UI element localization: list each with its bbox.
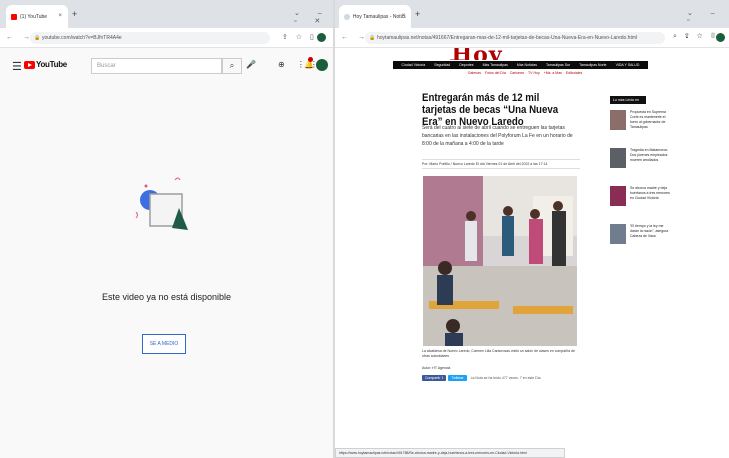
tab-youtube[interactable]: (1) YouTube × bbox=[6, 5, 68, 28]
article-headline: Entregarán más de 12 mil tarjetas de bec… bbox=[422, 92, 559, 128]
pink-dot-shape bbox=[144, 184, 148, 188]
search-button[interactable]: ⌕ bbox=[222, 58, 242, 74]
link-status-bar: https://www.hoytamaulipas.net/notas/4917… bbox=[335, 448, 565, 458]
profile-avatar[interactable] bbox=[716, 33, 725, 42]
close-tab-icon[interactable]: × bbox=[58, 13, 62, 19]
article-photo[interactable] bbox=[423, 176, 577, 346]
sidebar-item[interactable]: “El tiempo y la ley me darán la razón”, … bbox=[610, 220, 668, 256]
nav-item[interactable]: Tamaulipas Sur bbox=[546, 61, 570, 69]
site-subnav: Galerías Fotos del Día Cartones TV Hoy +… bbox=[425, 71, 625, 75]
lock-icon: 🔒 bbox=[369, 35, 376, 41]
sidebar-item-title[interactable]: Se ahorca madre y deja huérfanos a tres … bbox=[630, 186, 670, 201]
url-text: youtube.com/watch?v=BJfnTR4A4e bbox=[42, 35, 122, 41]
youtube-favicon-icon bbox=[11, 13, 17, 20]
youtube-avatar[interactable] bbox=[316, 59, 328, 71]
share-bar: Compartir 1 Twittear La Nota se ha leído… bbox=[422, 374, 541, 382]
sidebar-item-title[interactable]: Tragedia en Matamoros: Dos jóvenes emple… bbox=[630, 148, 670, 163]
close-tab-icon[interactable]: × bbox=[401, 13, 405, 19]
pink-squiggle-shape-2 bbox=[135, 211, 138, 219]
window-controls-icon[interactable]: ⌄ – ▫ bbox=[687, 9, 729, 24]
tab-strip: Hoy Tamaulipas - Noticias en Tam × + ⌄ –… bbox=[335, 0, 729, 28]
sidebar-thumbnail[interactable] bbox=[610, 224, 626, 244]
twitter-share-button[interactable]: Twittear bbox=[448, 375, 467, 381]
sidebar-thumbnail[interactable] bbox=[610, 148, 626, 168]
youtube-logo-text: YouTube bbox=[36, 60, 67, 69]
sidebar-heading: Lo más Leído en Tamaulipas bbox=[610, 96, 646, 108]
lock-icon: 🔒 bbox=[34, 35, 41, 41]
notification-badge bbox=[308, 57, 313, 62]
sidebar-item-title[interactable]: Propuesta en Suprema Corte es mantenerle… bbox=[630, 110, 670, 130]
site-masthead[interactable]: Hoy Tam bbox=[427, 48, 527, 60]
sidebar-thumbnail[interactable] bbox=[610, 110, 626, 130]
tab-title: (1) YouTube bbox=[20, 13, 48, 20]
subnav-item[interactable]: Editoriales bbox=[566, 71, 582, 75]
site-nav-bar: Ciudad Victoria Seguridad Deportes Más T… bbox=[393, 61, 648, 69]
subnav-item[interactable]: +Ms. a Mas bbox=[544, 71, 562, 75]
browser-window-youtube: (1) YouTube × + ⌄ – ▫ ✕ ← → ↻ 🔒 youtube.… bbox=[0, 0, 333, 458]
extensions-icon[interactable]: ⇪ ☆ ▯ bbox=[282, 33, 317, 41]
microphone-icon[interactable]: 🎤 bbox=[246, 60, 256, 69]
unavailable-illustration bbox=[135, 177, 188, 230]
sidebar-item[interactable]: Propuesta en Suprema Corte es mantenerle… bbox=[610, 106, 666, 142]
window-controls-icon[interactable]: ⌄ – ▫ ✕ bbox=[294, 9, 333, 25]
nav-item[interactable]: VIDA Y SALUD bbox=[616, 61, 640, 69]
facebook-share-button[interactable]: Compartir 1 bbox=[422, 375, 447, 381]
photo-caption: La alcaldesa de Nuevo Laredo, Carmen Lil… bbox=[422, 349, 575, 358]
article-lead: Será del cuatro al siete de abril cuando… bbox=[422, 125, 573, 147]
sidebar-item[interactable]: Tragedia en Matamoros: Dos jóvenes emple… bbox=[610, 144, 668, 180]
read-count: La Nota se ha leído 477 veces. 7 en este… bbox=[470, 376, 541, 380]
sidebar-item-title[interactable]: “El tiempo y la ley me darán la razón”, … bbox=[630, 224, 670, 239]
address-bar: ← → ✕ 🔒 hoytamaulipas.net/notas/491667/E… bbox=[335, 28, 729, 48]
nav-item[interactable]: Ciudad Victoria bbox=[402, 61, 426, 69]
profile-avatar[interactable] bbox=[317, 33, 326, 42]
learn-more-button[interactable]: SE A MEDIO bbox=[142, 334, 186, 354]
youtube-logo[interactable]: YouTube bbox=[24, 60, 67, 69]
new-tab-icon[interactable]: + bbox=[415, 9, 420, 19]
address-bar: ← → ↻ 🔒 youtube.com/watch?v=BJfnTR4A4e ⇪… bbox=[0, 28, 333, 48]
youtube-play-icon bbox=[24, 60, 35, 69]
subnav-item[interactable]: Fotos del Día bbox=[485, 71, 506, 75]
nav-item[interactable]: Más Noticias bbox=[517, 61, 537, 69]
url-field[interactable]: 🔒 hoytamaulipas.net/notas/491667/Entrega… bbox=[365, 32, 665, 44]
browser-window-news: Hoy Tamaulipas - Noticias en Tam × + ⌄ –… bbox=[335, 0, 729, 458]
url-text: hoytamaulipas.net/notas/491667/Entregara… bbox=[377, 35, 638, 41]
url-field[interactable]: 🔒 youtube.com/watch?v=BJfnTR4A4e bbox=[30, 32, 270, 44]
nav-item[interactable]: Más Tamaulipas bbox=[483, 61, 508, 69]
nav-item[interactable]: Seguridad bbox=[434, 61, 450, 69]
new-tab-icon[interactable]: + bbox=[72, 9, 77, 19]
tab-title: Hoy Tamaulipas - Noticias en Tam bbox=[352, 13, 406, 20]
subnav-item[interactable]: Galerías bbox=[468, 71, 481, 75]
youtube-header: ☰ YouTube Buscar ⌕ 🎤 ⊕ ⋮⋮ 🔔 bbox=[0, 49, 333, 83]
tab-strip: (1) YouTube × + ⌄ – ▫ ✕ bbox=[0, 0, 333, 28]
video-unavailable-message: Este video ya no está disponible bbox=[101, 292, 232, 302]
sidebar-thumbnail[interactable] bbox=[610, 186, 626, 206]
search-input[interactable]: Buscar bbox=[91, 58, 222, 74]
pink-squiggle-shape bbox=[174, 177, 181, 181]
subnav-item[interactable]: Cartones bbox=[510, 71, 524, 75]
nav-item[interactable]: Tamaulipas Norte bbox=[579, 61, 606, 69]
extensions-icon[interactable]: ⌕ ⇪ ☆ ▯ bbox=[673, 33, 719, 41]
hamburger-menu-icon[interactable]: ☰ bbox=[12, 60, 22, 73]
subnav-item[interactable]: TV Hoy bbox=[528, 71, 540, 75]
tab-hoy-tamaulipas[interactable]: Hoy Tamaulipas - Noticias en Tam × bbox=[339, 5, 411, 28]
nav-item[interactable]: Deportes bbox=[459, 61, 473, 69]
loading-favicon-icon bbox=[344, 13, 350, 20]
article-author: Autor: HT Agencia bbox=[422, 366, 451, 370]
sidebar-item[interactable]: Se ahorca madre y deja huérfanos a tres … bbox=[610, 182, 670, 218]
most-read-sidebar: Lo más Leído en Tamaulipas Propuesta en … bbox=[610, 96, 670, 256]
search-icon: ⌕ bbox=[229, 61, 235, 70]
article-byline: Por: Mario Portillo / Nuevo Laredo El dí… bbox=[422, 159, 580, 169]
